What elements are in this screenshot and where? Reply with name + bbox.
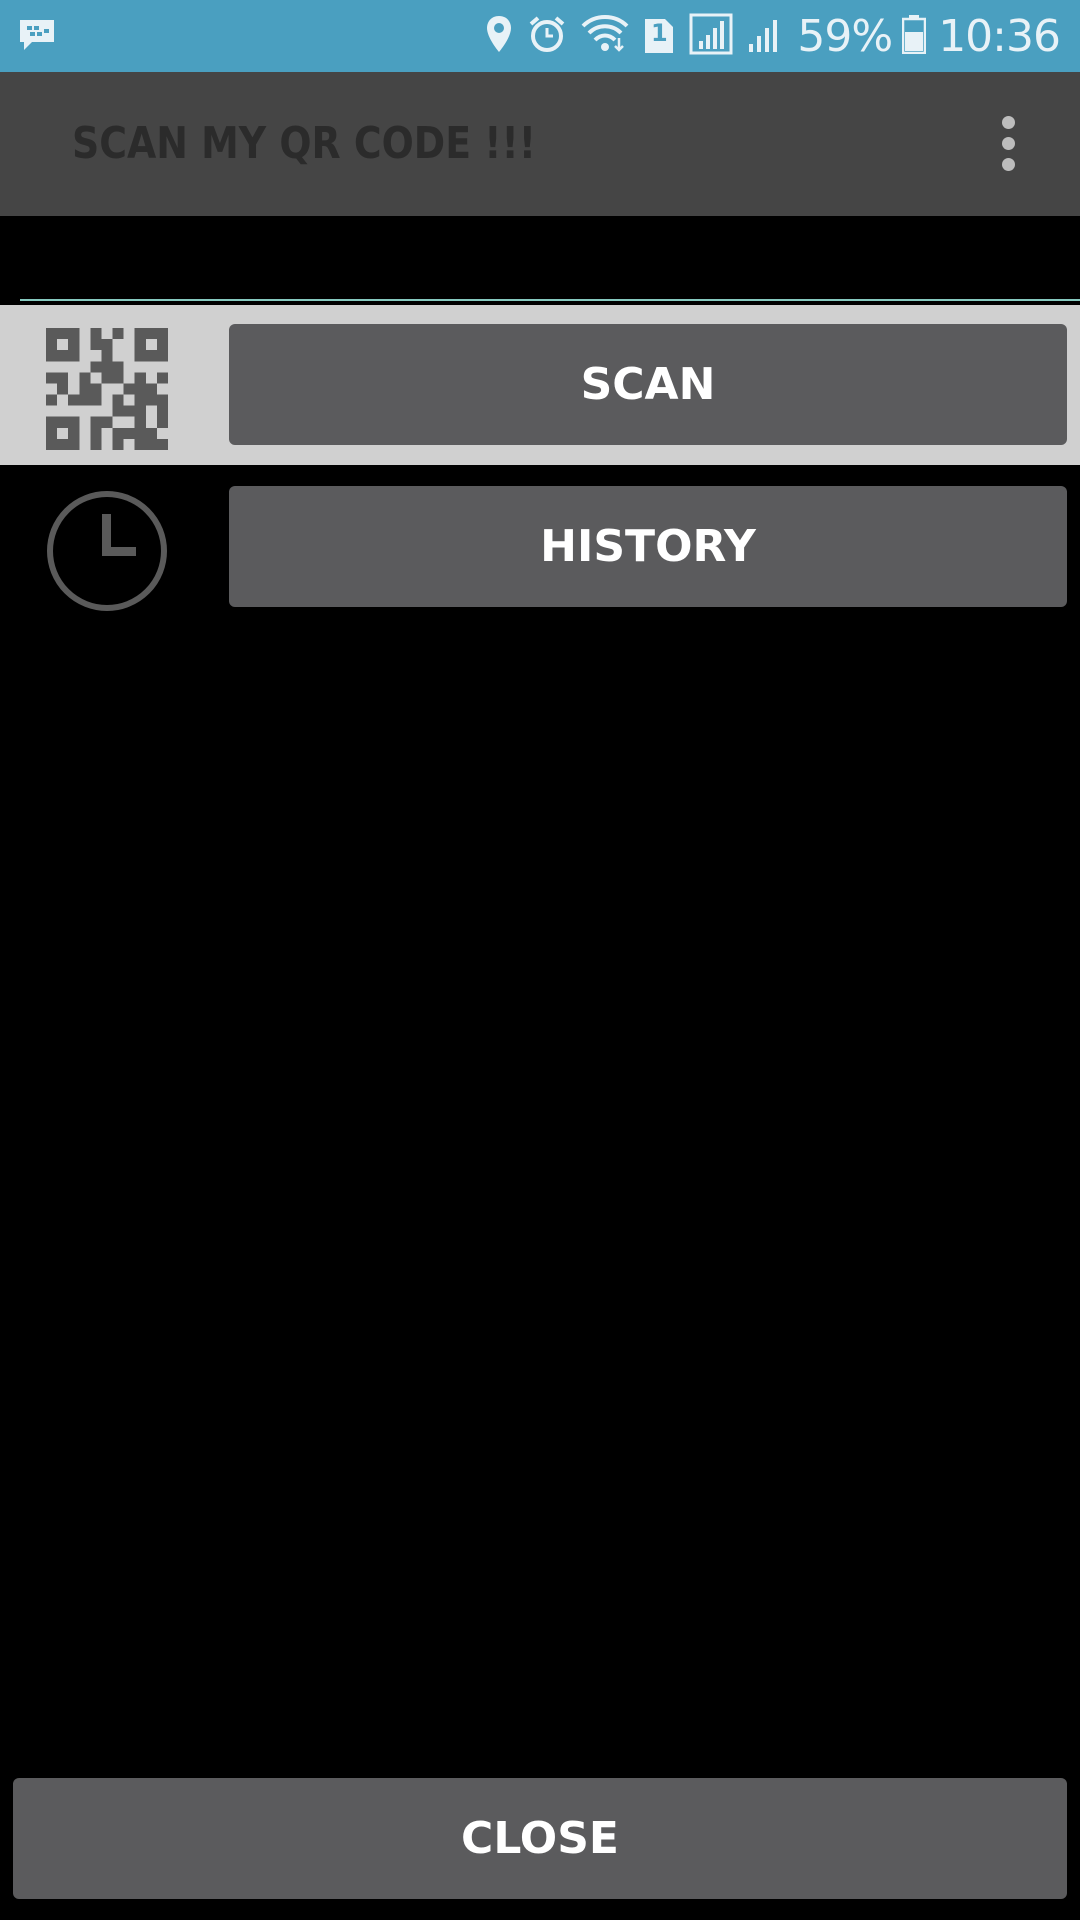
scan-button[interactable]: SCAN: [229, 324, 1067, 445]
sim-slot-label: 1: [651, 19, 668, 47]
top-divider: [20, 299, 1080, 301]
overflow-dot: [1002, 158, 1015, 171]
clock-time: 10:36: [938, 10, 1061, 62]
menu-item-scan: SCAN: [0, 305, 1080, 465]
status-bar: 1 59% 10:36: [0, 0, 1080, 72]
battery-icon: [901, 14, 927, 59]
alarm-icon: [527, 14, 567, 59]
history-button[interactable]: HISTORY: [229, 486, 1067, 607]
signal-icon-2: [747, 14, 785, 59]
close-button[interactable]: CLOSE: [13, 1778, 1067, 1899]
bbm-chat-icon: [18, 18, 56, 54]
app-toolbar: SCAN MY QR CODE !!!: [0, 72, 1080, 216]
menu-item-history: HISTORY: [0, 467, 1080, 627]
signal-icon: [689, 13, 733, 60]
wifi-icon: [581, 14, 629, 59]
overflow-dot: [1002, 137, 1015, 150]
clock-icon: [46, 490, 168, 612]
qr-code-icon: [46, 328, 168, 450]
app-title: SCAN MY QR CODE !!!: [72, 118, 537, 169]
overflow-dot: [1002, 116, 1015, 129]
location-icon: [485, 14, 513, 59]
more-vert-icon[interactable]: [988, 116, 1028, 172]
battery-percent: 59%: [797, 10, 893, 62]
sim-1-icon: 1: [643, 17, 675, 55]
